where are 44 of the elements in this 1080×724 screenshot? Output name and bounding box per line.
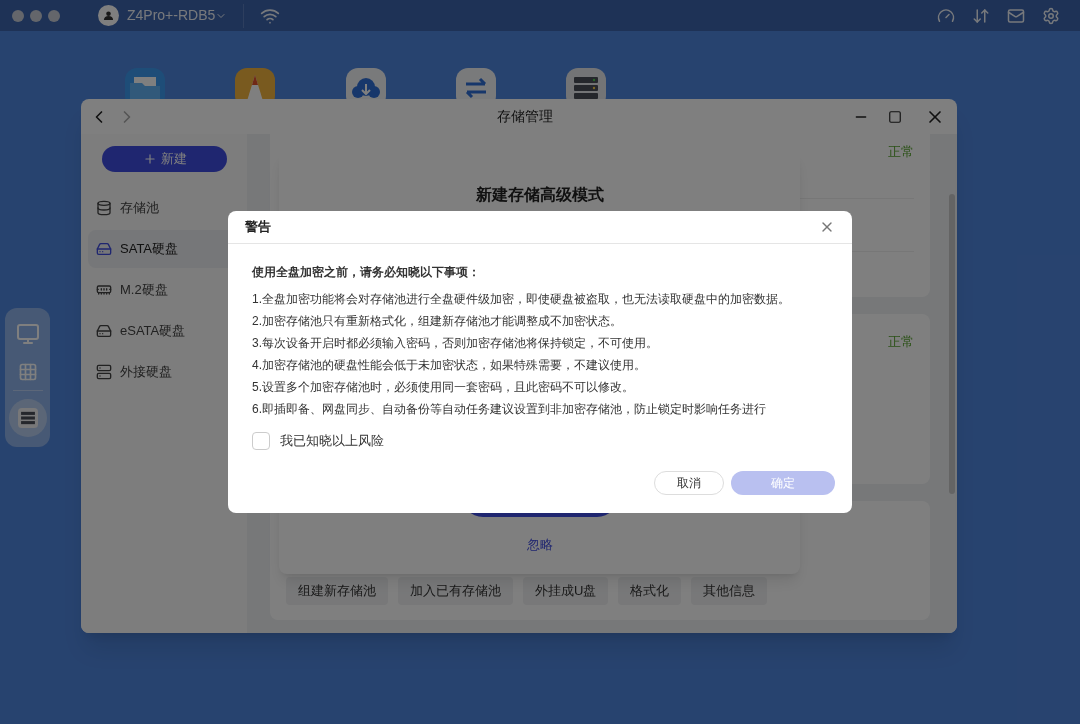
- notice-item: 3.每次设备开启时都必须输入密码，否则加密存储池将保持锁定，不可使用。: [252, 335, 659, 351]
- hard-drive-icon: [96, 323, 112, 339]
- memory-stick-icon: [96, 282, 112, 298]
- sidebar-item[interactable]: 外接硬盘: [88, 353, 240, 391]
- window-title: 存储管理: [497, 107, 553, 126]
- gauge-icon[interactable]: [937, 6, 955, 25]
- database-icon: [96, 200, 112, 216]
- monitor-icon[interactable]: [15, 322, 40, 346]
- action-button[interactable]: 外挂成U盘: [523, 577, 609, 605]
- mail-icon[interactable]: [1007, 6, 1025, 25]
- notice-item: 1.全盘加密功能将会对存储池进行全盘硬件级加密，即使硬盘被盗取，也无法读取硬盘中的加密数据。: [252, 291, 791, 307]
- apps-grid-icon[interactable]: [17, 362, 38, 382]
- dialog-heading: 使用全盘加密之前，请务必知晓以下事项：: [252, 264, 481, 281]
- hard-drive-icon: [96, 241, 112, 257]
- checkbox[interactable]: [252, 431, 270, 450]
- new-button[interactable]: 新建: [102, 146, 227, 172]
- action-button[interactable]: 其他信息: [691, 577, 768, 605]
- server-rack-icon: [573, 75, 599, 101]
- notice-item: 2.加密存储池只有重新格式化，组建新存储池才能调整成不加密状态。: [252, 313, 623, 329]
- checkbox-label: 我已知晓以上风险: [280, 432, 384, 450]
- notice-item: 6.即插即备、网盘同步、自动备份等自动任务建议设置到非加密存储池，防止锁定时影响任务进行: [252, 401, 767, 417]
- status-text: 正常: [888, 333, 914, 351]
- dialog-title: 警告: [245, 218, 271, 237]
- sidebar-item[interactable]: 存储池: [88, 189, 240, 227]
- settings-icon[interactable]: [1042, 6, 1060, 25]
- maximize-icon[interactable]: [888, 109, 902, 124]
- server-icon: [96, 364, 112, 380]
- notice-item: 5.设置多个加密存储池时，必须使用同一套密码，且此密码不可以修改。: [252, 379, 635, 395]
- ignore-link[interactable]: 忽略: [526, 534, 553, 554]
- status-text: 正常: [888, 143, 914, 161]
- modal-title: 新建存储高级模式: [475, 185, 604, 205]
- plus-icon: [142, 152, 157, 166]
- swap-arrows-icon: [463, 76, 489, 100]
- transfer-icon[interactable]: [972, 6, 990, 25]
- sidebar-item[interactable]: M.2硬盘: [88, 271, 240, 309]
- device-name[interactable]: Z4Pro+-RDB5: [127, 5, 216, 26]
- dock-app[interactable]: [8, 399, 47, 437]
- action-button[interactable]: 加入已有存储池: [398, 577, 513, 605]
- server-rack-icon: [17, 408, 38, 428]
- action-button[interactable]: 格式化: [618, 577, 682, 605]
- sidebar-item[interactable]: eSATA硬盘: [88, 312, 240, 350]
- action-button[interactable]: 组建新存储池: [286, 577, 388, 605]
- notice-item: 4.加密存储池的硬盘性能会低于未加密状态，如果特殊需要，不建议使用。: [252, 357, 647, 373]
- user-icon: [103, 10, 114, 21]
